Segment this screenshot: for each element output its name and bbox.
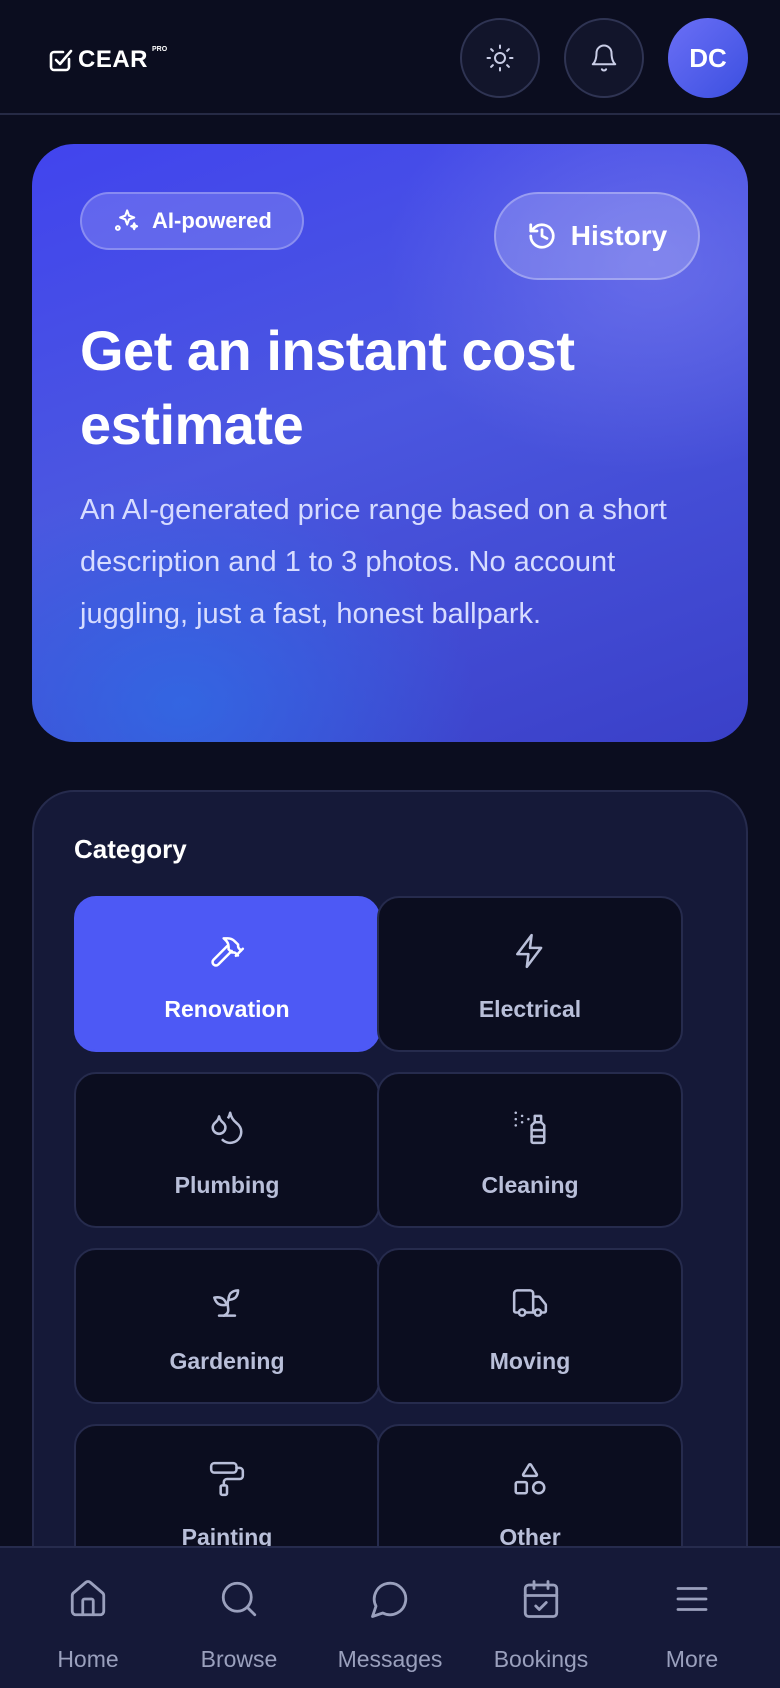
category-electrical[interactable]: Electrical bbox=[377, 896, 683, 1052]
calendar-check-icon bbox=[520, 1578, 562, 1620]
category-label: Renovation bbox=[164, 996, 290, 1022]
theme-toggle-button[interactable] bbox=[460, 18, 540, 98]
spray-bottle-icon bbox=[511, 1108, 549, 1146]
search-icon bbox=[218, 1578, 260, 1620]
nav-messages[interactable]: Messages bbox=[312, 1548, 468, 1688]
sparkles-icon bbox=[112, 207, 140, 235]
page-title: Get an instant cost estimate bbox=[80, 319, 575, 456]
nav-browse[interactable]: Browse bbox=[161, 1548, 317, 1688]
logo[interactable]: CEAR PRO bbox=[48, 44, 167, 76]
ai-powered-badge: AI-powered bbox=[80, 192, 304, 250]
nav-label: Home bbox=[57, 1646, 119, 1672]
category-label: Gardening bbox=[169, 1348, 285, 1374]
bell-icon bbox=[589, 43, 619, 73]
category-title: Category bbox=[74, 834, 187, 864]
top-bar: CEAR PRO DC bbox=[0, 0, 780, 115]
category-renovation[interactable]: Renovation bbox=[74, 896, 380, 1052]
lightning-icon bbox=[511, 932, 549, 970]
bottom-nav: Home Browse Messages Bookings More bbox=[0, 1546, 780, 1688]
nav-label: More bbox=[665, 1646, 719, 1672]
category-moving[interactable]: Moving bbox=[377, 1248, 683, 1404]
category-label: Cleaning bbox=[481, 1172, 579, 1198]
nav-home[interactable]: Home bbox=[10, 1548, 166, 1688]
logo-text: CEAR bbox=[78, 46, 149, 73]
logo-superscript: PRO bbox=[152, 46, 168, 53]
truck-icon bbox=[511, 1284, 549, 1322]
history-label: History bbox=[570, 220, 668, 251]
menu-icon bbox=[671, 1578, 713, 1620]
paint-roller-icon bbox=[208, 1460, 246, 1498]
home-icon bbox=[67, 1578, 109, 1620]
category-gardening[interactable]: Gardening bbox=[74, 1248, 380, 1404]
droplets-icon bbox=[208, 1108, 246, 1146]
sprout-icon bbox=[208, 1284, 246, 1322]
notifications-button[interactable] bbox=[564, 18, 644, 98]
nav-bookings[interactable]: Bookings bbox=[463, 1548, 619, 1688]
ai-powered-label: AI-powered bbox=[152, 208, 272, 233]
nav-label: Browse bbox=[200, 1646, 278, 1672]
category-label: Electrical bbox=[478, 996, 582, 1022]
avatar[interactable]: DC bbox=[668, 18, 748, 98]
category-label: Moving bbox=[489, 1348, 571, 1374]
hero-card: AI-powered History Get an instant cost e… bbox=[32, 144, 748, 742]
hammer-icon bbox=[208, 932, 246, 970]
nav-more[interactable]: More bbox=[614, 1548, 770, 1688]
category-cleaning[interactable]: Cleaning bbox=[377, 1072, 683, 1228]
shapes-icon bbox=[511, 1460, 549, 1498]
hero-description: An AI-generated price range based on a s… bbox=[80, 494, 667, 630]
sun-icon bbox=[485, 43, 515, 73]
check-badge-icon bbox=[48, 46, 74, 74]
nav-label: Bookings bbox=[493, 1646, 589, 1672]
category-plumbing[interactable]: Plumbing bbox=[74, 1072, 380, 1228]
history-icon bbox=[527, 221, 557, 251]
category-label: Plumbing bbox=[174, 1172, 280, 1198]
nav-label: Messages bbox=[337, 1646, 443, 1672]
chat-icon bbox=[369, 1578, 411, 1620]
history-button[interactable]: History bbox=[494, 192, 700, 280]
